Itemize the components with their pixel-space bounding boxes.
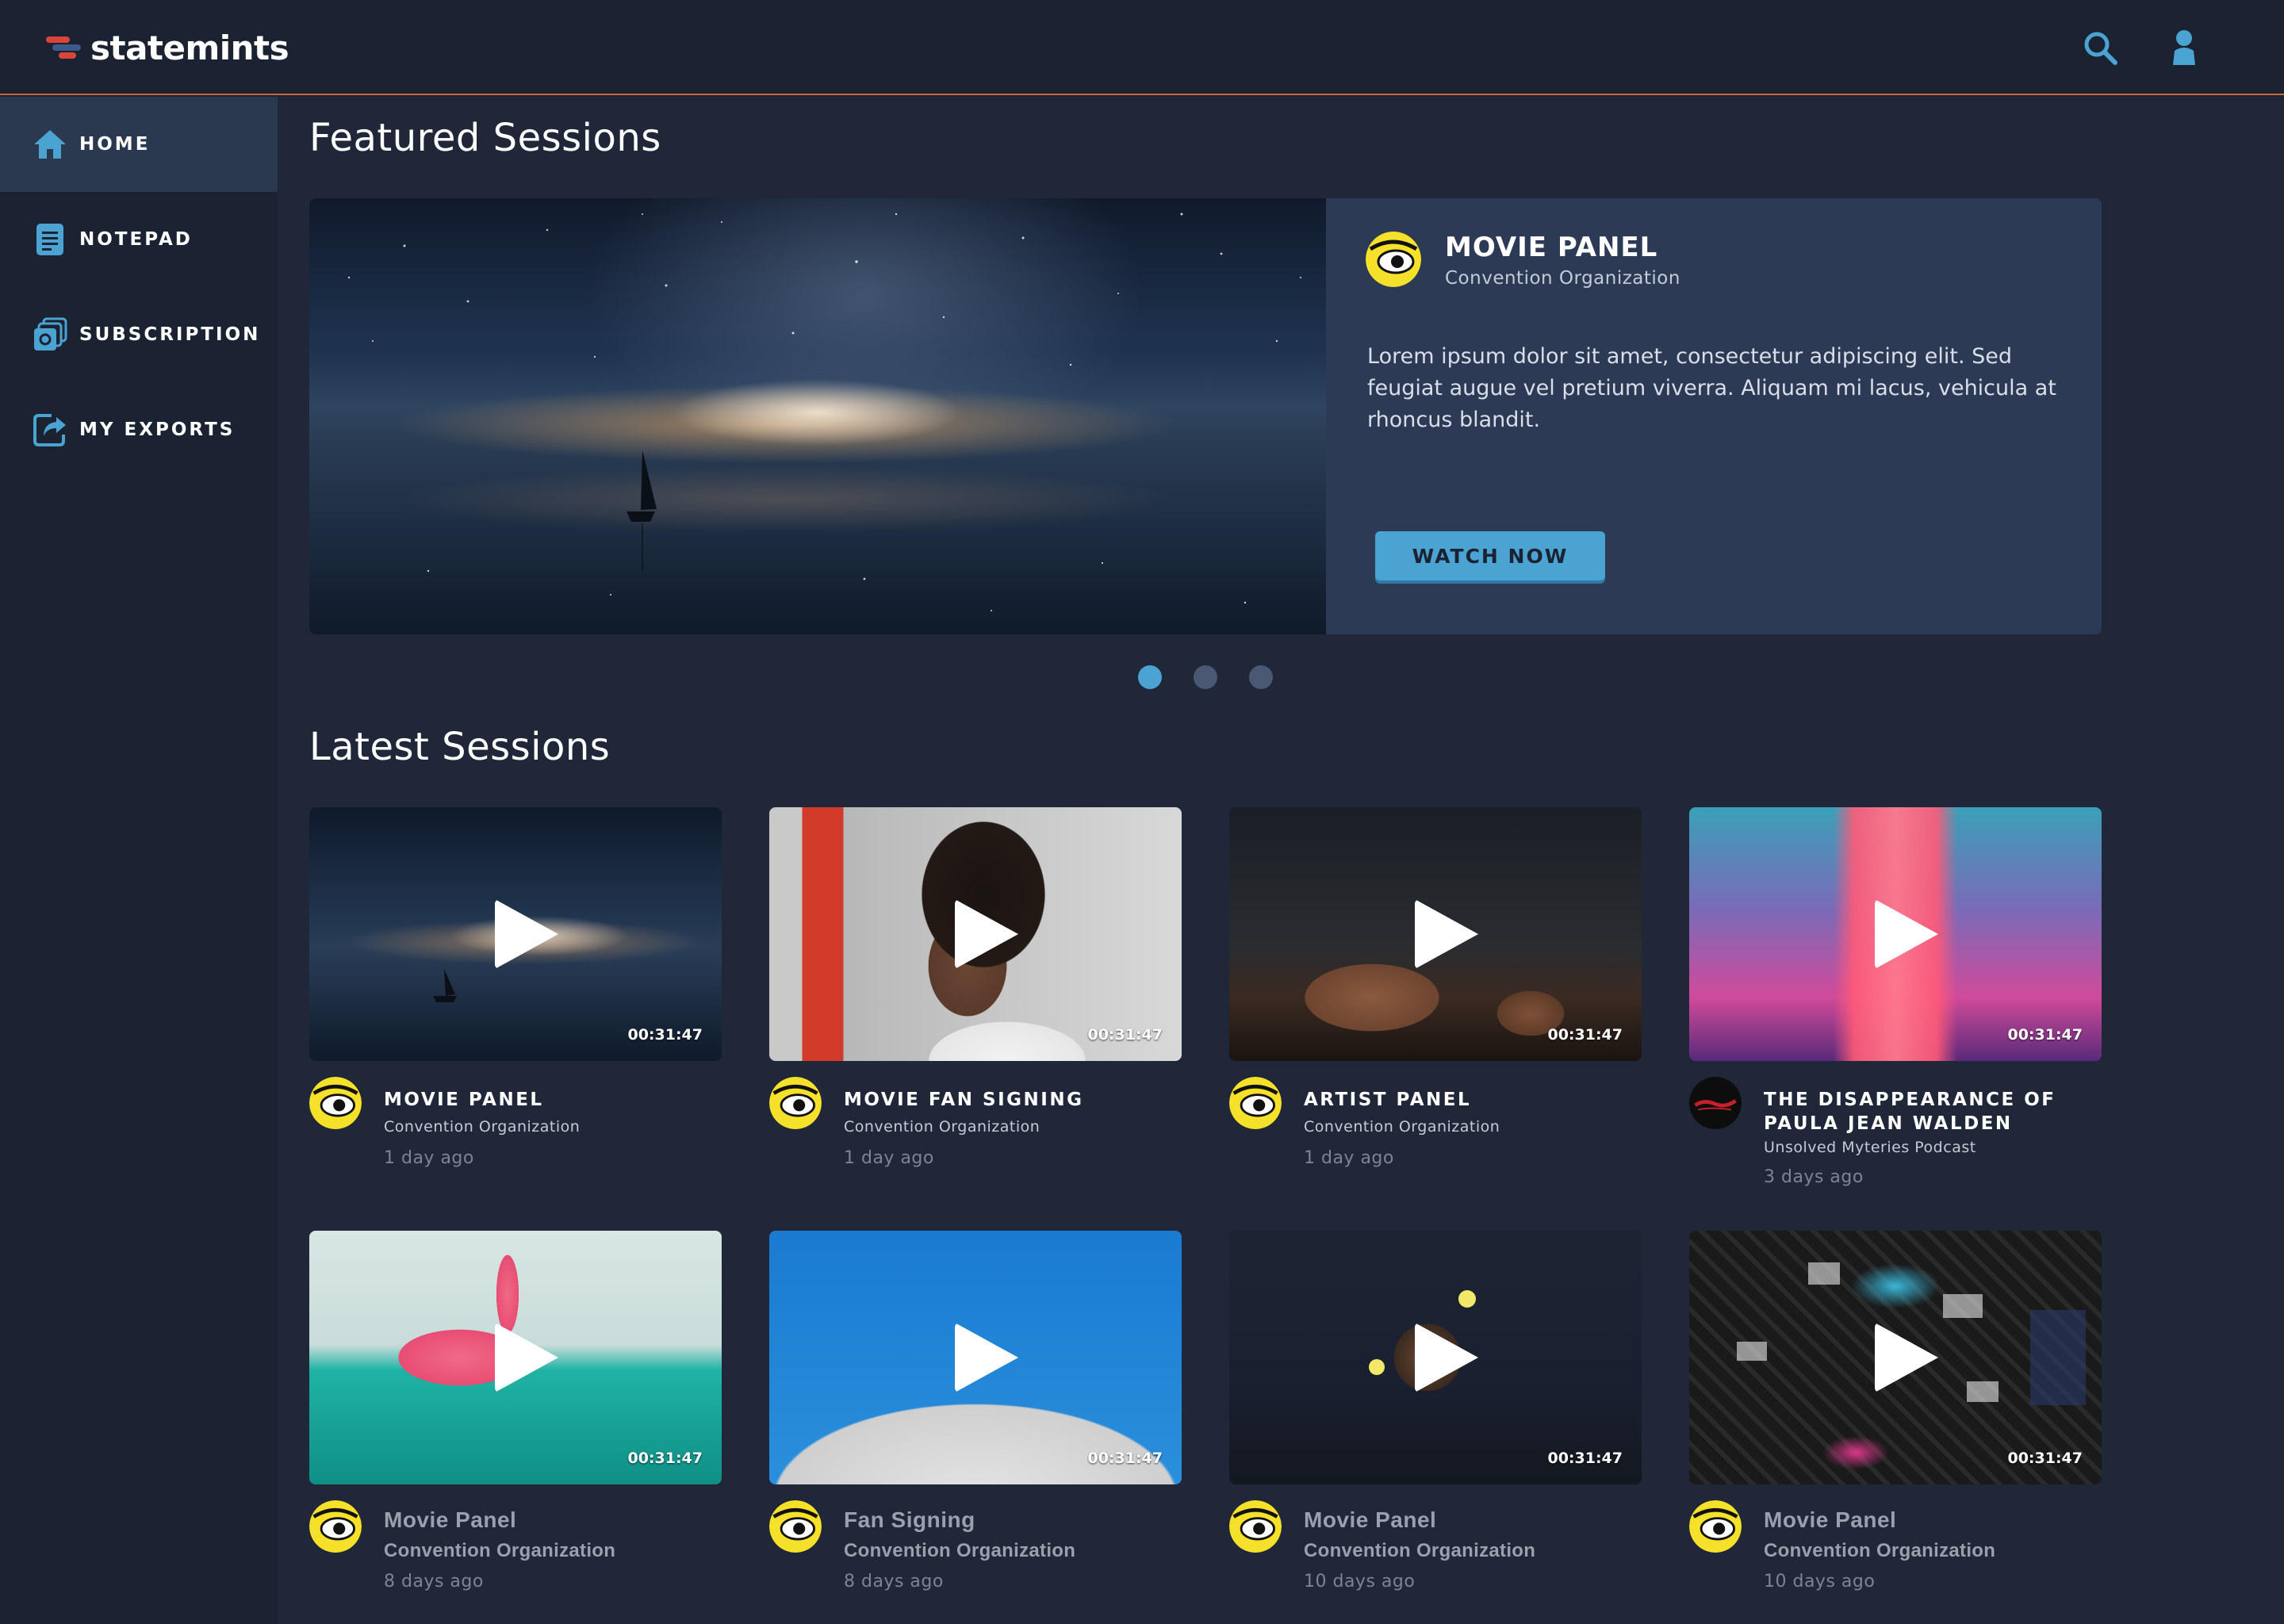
session-org: Convention Organization [1304, 1540, 1536, 1561]
session-org: Convention Organization [1764, 1540, 1996, 1561]
session-card[interactable]: 00:31:47 Movie Panel Convention Organiza… [1229, 1231, 1642, 1591]
video-duration: 00:31:47 [1547, 1450, 1623, 1467]
video-thumbnail[interactable]: 00:31:47 [1229, 1231, 1642, 1484]
sidebar-item-my-exports[interactable]: MY EXPORTS [0, 382, 278, 477]
video-thumbnail[interactable]: 00:31:47 [309, 1231, 722, 1484]
subscription-icon [32, 316, 68, 353]
video-thumbnail[interactable]: 00:31:47 [769, 1231, 1182, 1484]
video-duration: 00:31:47 [1547, 1026, 1623, 1044]
session-title[interactable]: Fan Signing [844, 1508, 1177, 1532]
org-avatar[interactable] [309, 1077, 362, 1129]
featured-title: MOVIE PANEL [1445, 232, 1658, 263]
carousel-dot-1[interactable] [1138, 665, 1162, 689]
search-icon[interactable] [2076, 24, 2124, 71]
featured-description: Lorem ipsum dolor sit amet, consectetur … [1367, 344, 2056, 432]
session-age: 1 day ago [384, 1148, 474, 1168]
video-duration: 00:31:47 [1087, 1026, 1163, 1044]
session-age: 8 days ago [384, 1572, 484, 1591]
home-icon [32, 126, 68, 163]
sidebar-item-label: HOME [79, 134, 151, 155]
session-card[interactable]: 00:31:47 Movie Panel Convention Organiza… [309, 1231, 722, 1591]
sidebar-item-home[interactable]: HOME [0, 97, 278, 192]
session-card[interactable]: 00:31:47 THE DISAPPEARANCE OF PAULA JEAN… [1689, 807, 2102, 1187]
latest-sessions-heading: Latest Sessions [309, 725, 611, 769]
sidebar-item-label: MY EXPORTS [79, 419, 236, 440]
video-duration: 00:31:47 [2007, 1450, 2083, 1467]
play-icon[interactable] [955, 1323, 1018, 1392]
carousel-dot-3[interactable] [1249, 665, 1273, 689]
session-org: Convention Organization [384, 1540, 616, 1561]
video-duration: 00:31:47 [627, 1450, 703, 1467]
session-org: Convention Organization [844, 1540, 1076, 1561]
watch-now-button[interactable]: WATCH NOW [1375, 531, 1605, 580]
session-title[interactable]: Movie Panel [1764, 1508, 2097, 1532]
brand-name: statemints [90, 28, 289, 67]
play-icon[interactable] [495, 1323, 558, 1392]
featured-info-panel: MOVIE PANEL Convention Organization Lore… [1326, 198, 2102, 634]
top-bar: statemints [0, 0, 2284, 95]
video-duration: 00:31:47 [1087, 1450, 1163, 1467]
org-avatar[interactable] [1366, 232, 1421, 287]
session-title[interactable]: ARTIST PANEL [1304, 1088, 1637, 1112]
session-org: Convention Organization [844, 1118, 1040, 1136]
video-thumbnail[interactable]: 00:31:47 [1229, 807, 1642, 1061]
play-icon[interactable] [495, 899, 558, 969]
video-thumbnail[interactable]: 00:31:47 [1689, 1231, 2102, 1484]
sidebar-item-label: SUBSCRIPTION [79, 324, 261, 345]
org-avatar[interactable] [309, 1500, 362, 1553]
session-card[interactable]: 00:31:47 MOVIE PANEL Convention Organiza… [309, 807, 722, 1168]
session-age: 8 days ago [844, 1572, 944, 1591]
session-age: 10 days ago [1304, 1572, 1416, 1591]
org-avatar[interactable] [769, 1500, 822, 1553]
org-avatar[interactable] [1229, 1500, 1282, 1553]
session-card[interactable]: 00:31:47 MOVIE FAN SIGNING Convention Or… [769, 807, 1182, 1168]
sidebar: HOME NOTEPAD SUBSCRIPTION MY EXPORTS [0, 97, 278, 1624]
session-title[interactable]: Movie Panel [1304, 1508, 1637, 1532]
video-thumbnail[interactable]: 00:31:47 [769, 807, 1182, 1061]
session-title[interactable]: MOVIE FAN SIGNING [844, 1088, 1177, 1112]
video-duration: 00:31:47 [627, 1026, 703, 1044]
featured-org: Convention Organization [1445, 268, 1680, 289]
sidebar-item-label: NOTEPAD [79, 229, 193, 250]
notepad-icon [32, 221, 68, 258]
play-icon[interactable] [1875, 1323, 1938, 1392]
session-card[interactable]: 00:31:47 Movie Panel Convention Organiza… [1689, 1231, 2102, 1591]
featured-sessions-heading: Featured Sessions [309, 116, 661, 160]
org-avatar[interactable] [1689, 1500, 1742, 1553]
play-icon[interactable] [1415, 1323, 1478, 1392]
sidebar-item-subscription[interactable]: SUBSCRIPTION [0, 287, 278, 382]
play-icon[interactable] [955, 899, 1018, 969]
session-age: 3 days ago [1764, 1167, 1864, 1187]
session-title[interactable]: MOVIE PANEL [384, 1088, 717, 1112]
video-duration: 00:31:47 [2007, 1026, 2083, 1044]
podcast-avatar[interactable] [1689, 1077, 1742, 1129]
play-icon[interactable] [1415, 899, 1478, 969]
sidebar-item-notepad[interactable]: NOTEPAD [0, 192, 278, 287]
session-title[interactable]: Movie Panel [384, 1508, 717, 1532]
session-age: 1 day ago [1304, 1148, 1394, 1168]
session-age: 1 day ago [844, 1148, 934, 1168]
org-avatar[interactable] [1229, 1077, 1282, 1129]
session-card[interactable]: 00:31:47 ARTIST PANEL Convention Organiz… [1229, 807, 1642, 1168]
featured-hero-image[interactable] [309, 198, 1326, 634]
featured-carousel: MOVIE PANEL Convention Organization Lore… [309, 198, 2102, 634]
session-age: 10 days ago [1764, 1572, 1876, 1591]
video-thumbnail[interactable]: 00:31:47 [309, 807, 722, 1061]
session-org: Unsolved Myteries Podcast [1764, 1139, 1976, 1156]
brand-logo[interactable]: statemints [46, 24, 289, 71]
user-icon[interactable] [2160, 24, 2208, 71]
session-title[interactable]: THE DISAPPEARANCE OF PAULA JEAN WALDEN [1764, 1088, 2097, 1136]
logo-mark-icon [46, 32, 84, 63]
session-org: Convention Organization [1304, 1118, 1500, 1136]
carousel-dot-2[interactable] [1194, 665, 1217, 689]
session-org: Convention Organization [384, 1118, 581, 1136]
session-card[interactable]: 00:31:47 Fan Signing Convention Organiza… [769, 1231, 1182, 1591]
play-icon[interactable] [1875, 899, 1938, 969]
org-avatar[interactable] [769, 1077, 822, 1129]
export-icon [32, 412, 68, 448]
video-thumbnail[interactable]: 00:31:47 [1689, 807, 2102, 1061]
